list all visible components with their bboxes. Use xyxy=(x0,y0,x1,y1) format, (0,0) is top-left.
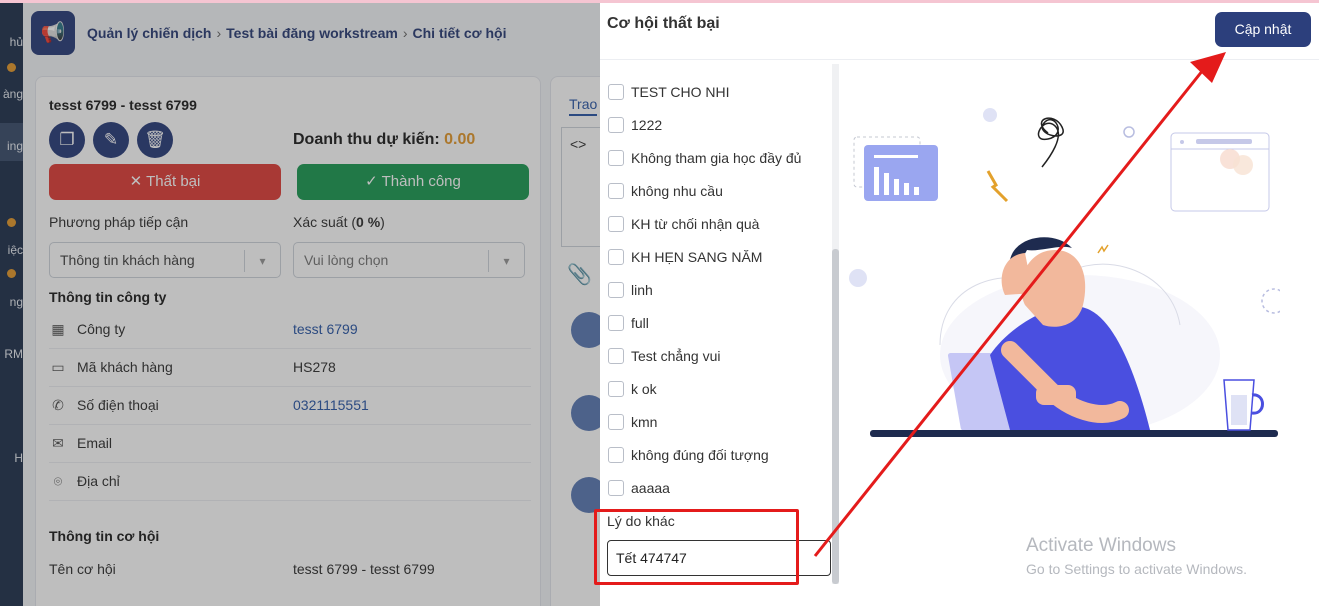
reason-checkbox[interactable] xyxy=(608,414,624,430)
reason-checkbox[interactable] xyxy=(608,282,624,298)
reason-label: 1222 xyxy=(631,117,663,133)
header-divider xyxy=(600,59,1319,60)
reason-label: KH HẸN SANG NĂM xyxy=(631,249,763,265)
reason-label: k ok xyxy=(631,381,657,397)
reason-label: Không tham gia học đầy đủ xyxy=(631,150,802,166)
drawer-title: Cơ hội thất bại xyxy=(607,15,720,32)
reason-checkbox[interactable] xyxy=(608,216,624,232)
update-button[interactable]: Cập nhật xyxy=(1215,12,1311,47)
reason-label: không nhu cầu xyxy=(631,183,723,199)
annotation-highlight-box xyxy=(594,509,799,585)
reason-checkbox[interactable] xyxy=(608,84,624,100)
reason-label: full xyxy=(631,315,649,331)
reason-label: kmn xyxy=(631,414,658,430)
reason-checkbox[interactable] xyxy=(608,249,624,265)
reason-checkbox[interactable] xyxy=(608,150,624,166)
reason-checkbox[interactable] xyxy=(608,117,624,133)
reason-checkbox[interactable] xyxy=(608,315,624,331)
reason-checkbox[interactable] xyxy=(608,348,624,364)
reason-label: aaaaa xyxy=(631,480,670,496)
reason-checkbox[interactable] xyxy=(608,447,624,463)
reason-label: TEST CHO NHI xyxy=(631,84,730,100)
reason-label: KH từ chối nhận quà xyxy=(631,216,760,232)
reason-label: không đúng đối tượng xyxy=(631,447,769,463)
scrollbar-thumb[interactable] xyxy=(832,249,839,584)
reason-checkbox[interactable] xyxy=(608,183,624,199)
reason-checkbox[interactable] xyxy=(608,480,624,496)
modal-overlay[interactable] xyxy=(0,3,600,606)
failure-illustration xyxy=(849,108,1280,437)
reason-checkbox[interactable] xyxy=(608,381,624,397)
windows-activation-watermark: Activate Windows Go to Settings to activ… xyxy=(1026,535,1247,577)
reason-label: linh xyxy=(631,282,653,298)
reason-list-scrollbar[interactable] xyxy=(832,64,839,584)
reason-label: Test chẳng vui xyxy=(631,348,721,364)
